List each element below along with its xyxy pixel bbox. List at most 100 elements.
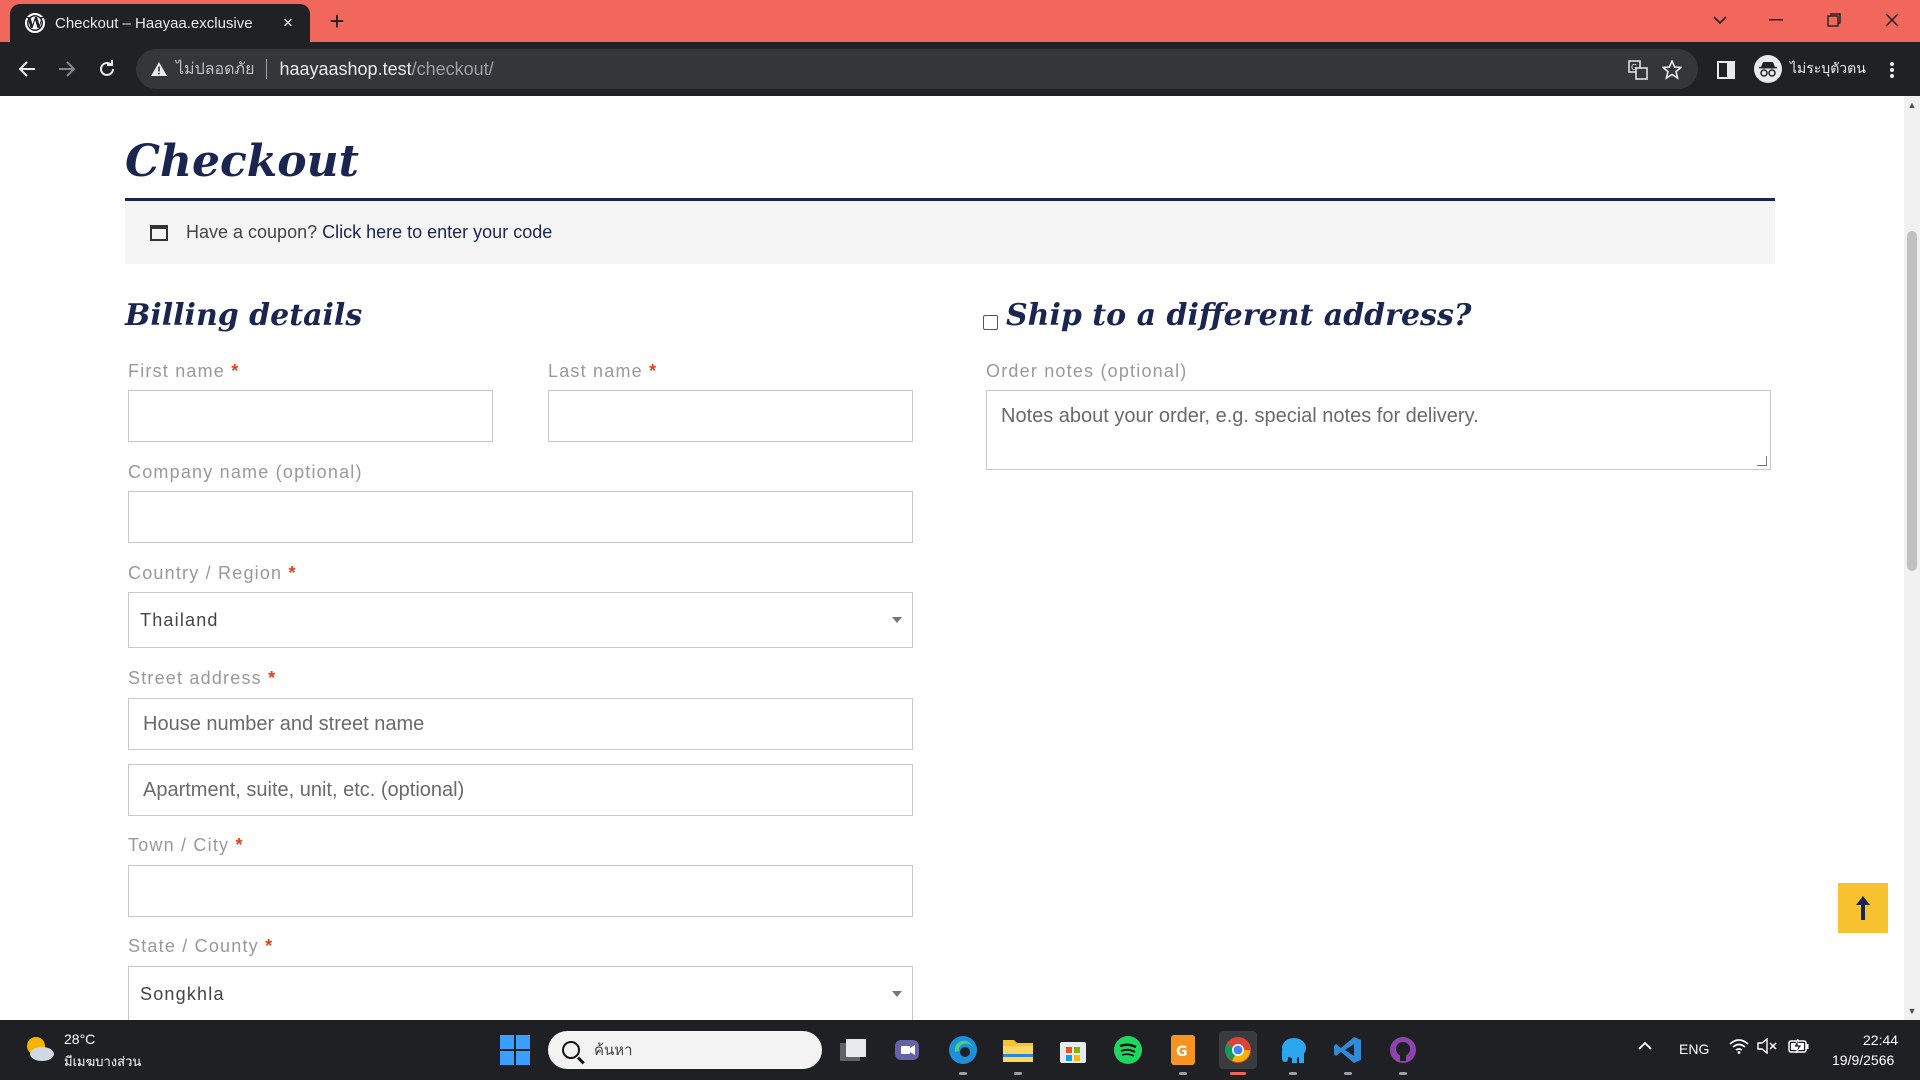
chrome-icon[interactable] <box>1219 1031 1257 1069</box>
order-notes-placeholder: Notes about your order, e.g. special not… <box>1001 405 1479 427</box>
weather-description[interactable]: มีเมฆบางส่วน <box>64 1051 141 1072</box>
vscode-icon[interactable] <box>1329 1031 1367 1069</box>
required-mark: * <box>235 835 244 855</box>
street-address-label-text: Street address <box>128 668 262 688</box>
coupon-window-icon <box>150 224 168 241</box>
forward-button[interactable] <box>50 52 84 86</box>
scroll-down-arrow-icon[interactable]: ▼ <box>1907 1006 1917 1016</box>
svg-text:G: G <box>1631 63 1637 72</box>
country-select[interactable]: Thailand <box>128 592 913 648</box>
close-window-button[interactable] <box>1864 0 1920 40</box>
clock-date[interactable]: 19/9/2566 <box>1832 1052 1894 1068</box>
browser-toolbar: ไม่ปลอดภัย haayaashop.test/checkout/ G ไ… <box>0 42 1920 96</box>
back-to-top-button[interactable] <box>1838 883 1888 933</box>
last-name-input[interactable] <box>548 390 913 442</box>
edge-browser-icon[interactable] <box>944 1031 982 1069</box>
windows-start-button[interactable] <box>500 1035 530 1065</box>
state-label: State / County * <box>128 936 273 957</box>
bookmark-star-icon[interactable] <box>1660 58 1684 82</box>
page-scrollbar[interactable]: ▲ ▼ <box>1904 96 1920 1020</box>
coupon-link[interactable]: Click here to enter your code <box>322 222 552 243</box>
coupon-text: Have a coupon? <box>186 222 318 242</box>
wordpress-icon: W <box>25 13 45 33</box>
show-hidden-icons-chevron-icon[interactable] <box>1638 1038 1652 1056</box>
ship-different-address-checkbox[interactable] <box>983 315 998 330</box>
order-notes-textarea[interactable]: Notes about your order, e.g. special not… <box>986 390 1771 470</box>
taskbar-search-placeholder: ค้นหา <box>594 1042 633 1059</box>
first-name-label-text: First name <box>128 361 226 381</box>
state-select[interactable]: Songkhla <box>128 966 913 1020</box>
url-path: /checkout/ <box>411 58 494 79</box>
country-label-text: Country / Region <box>128 563 283 583</box>
tableplus-elephant-icon[interactable] <box>1274 1031 1312 1069</box>
arrow-up-icon <box>1856 896 1870 920</box>
street-address-line2-input[interactable]: Apartment, suite, unit, etc. (optional) <box>128 764 913 816</box>
restore-button[interactable] <box>1806 0 1862 40</box>
tableplus-running-indicator <box>1289 1072 1297 1075</box>
back-button[interactable] <box>10 52 44 86</box>
weather-partly-cloudy-icon[interactable] <box>22 1032 56 1066</box>
taskbar-search[interactable]: ค้นหา <box>548 1031 822 1069</box>
billing-details-heading: Billing details <box>125 298 363 333</box>
side-panel-icon[interactable] <box>1714 58 1738 82</box>
pdf-app-icon[interactable]: G <box>1164 1031 1202 1069</box>
country-select-value: Thailand <box>140 609 219 630</box>
microsoft-store-icon[interactable] <box>1054 1031 1092 1069</box>
resize-handle-icon[interactable] <box>1757 456 1767 466</box>
search-icon <box>562 1041 580 1059</box>
spotify-icon[interactable] <box>1109 1031 1147 1069</box>
warning-icon[interactable] <box>150 60 168 78</box>
more-menu-icon[interactable] <box>1880 58 1904 82</box>
github-running-indicator <box>1399 1072 1407 1075</box>
dropdown-arrow-icon <box>892 617 902 623</box>
pdf-running-indicator <box>1179 1072 1187 1075</box>
required-mark: * <box>649 361 658 381</box>
incognito-icon <box>1754 55 1782 83</box>
task-view-icon[interactable] <box>834 1031 872 1069</box>
page-viewport: Checkout Have a coupon? Click here to en… <box>0 96 1904 1020</box>
reload-button[interactable] <box>90 52 124 86</box>
tab-search-chevron-icon[interactable] <box>1692 0 1748 40</box>
ship-different-address-heading[interactable]: Ship to a different address? <box>1006 298 1471 333</box>
svg-text:G: G <box>1176 1044 1188 1060</box>
tab-title: Checkout – Haayaa.exclusive <box>55 14 253 32</box>
browser-tab-checkout[interactable]: W Checkout – Haayaa.exclusive × <box>10 4 310 42</box>
url-host: haayaashop.test <box>279 58 412 79</box>
battery-charging-icon[interactable] <box>1788 1038 1810 1059</box>
translate-icon[interactable]: G <box>1626 58 1650 82</box>
company-label: Company name (optional) <box>128 462 363 482</box>
weather-temperature[interactable]: 28°C <box>64 1031 95 1047</box>
scrollbar-thumb[interactable] <box>1907 231 1917 571</box>
not-secure-label[interactable]: ไม่ปลอดภัย <box>176 57 254 82</box>
order-notes-label: Order notes (optional) <box>986 361 1188 381</box>
city-input[interactable] <box>128 865 913 917</box>
street-address-line1-input[interactable]: House number and street name <box>128 698 913 750</box>
windows-taskbar: 28°C มีเมฆบางส่วน ค้นหา G ENG 22:44 19/9… <box>0 1020 1920 1080</box>
wifi-icon[interactable] <box>1729 1038 1749 1059</box>
state-select-value: Songkhla <box>140 983 225 1004</box>
required-mark: * <box>268 668 277 688</box>
address-bar[interactable]: ไม่ปลอดภัย haayaashop.test/checkout/ G <box>136 49 1698 89</box>
volume-muted-icon[interactable] <box>1757 1037 1777 1059</box>
required-mark: * <box>265 936 274 956</box>
browser-tab-strip: W Checkout – Haayaa.exclusive × + <box>0 0 1920 42</box>
incognito-profile-button[interactable]: ไม่ระบุตัวตน <box>1752 51 1870 87</box>
company-input[interactable] <box>128 491 913 543</box>
minimize-button[interactable] <box>1748 0 1804 40</box>
last-name-label: Last name * <box>548 361 657 382</box>
explorer-running-indicator <box>1014 1072 1022 1075</box>
scroll-up-arrow-icon[interactable]: ▲ <box>1907 100 1917 110</box>
tab-close-icon[interactable]: × <box>278 13 298 33</box>
street-address-label: Street address * <box>128 668 276 689</box>
city-label: Town / City * <box>128 835 244 856</box>
teams-chat-icon[interactable] <box>888 1031 926 1069</box>
github-desktop-icon[interactable] <box>1384 1031 1422 1069</box>
required-mark: * <box>231 361 240 381</box>
file-explorer-icon[interactable] <box>999 1031 1037 1069</box>
first-name-input[interactable] <box>128 390 493 442</box>
clock-time[interactable]: 22:44 <box>1863 1032 1898 1048</box>
profile-label: ไม่ระบุตัวตน <box>1790 60 1866 76</box>
first-name-label: First name * <box>128 361 239 382</box>
input-language[interactable]: ENG <box>1679 1041 1709 1057</box>
new-tab-button[interactable]: + <box>322 8 352 36</box>
